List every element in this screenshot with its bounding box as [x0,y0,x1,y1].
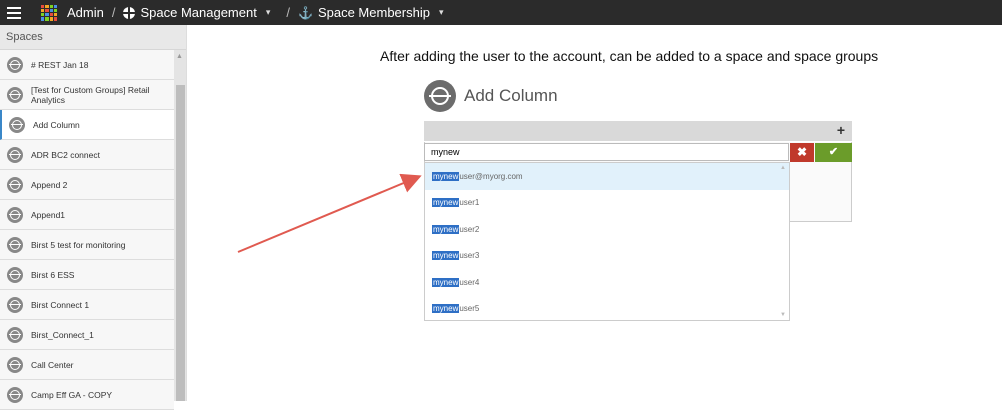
space-item-label: [Test for Custom Groups] Retail Analytic… [31,84,150,105]
globe-icon [7,176,23,193]
spaces-list: # REST Jan 18 [Test for Custom Groups] R… [0,50,174,410]
suggestion-rest: user@myorg.com [459,171,523,181]
globe-icon [7,56,23,73]
space-item-label: Append1 [31,209,66,220]
suggestion-item[interactable]: mynew user1 [425,190,789,217]
scroll-up-icon[interactable]: ▲ [176,53,183,60]
space-item[interactable]: ADR BC2 connect [0,140,174,170]
suggestion-match: mynew [432,251,460,261]
instruction-text: After adding the user to the account, ca… [380,48,879,64]
suggestion-item[interactable]: mynew user4 [425,269,789,296]
chevron-down-icon: ▾ [438,7,444,17]
globe-icon [123,6,136,19]
suggestion-match: mynew [432,198,460,208]
space-item-active[interactable]: Add Column [0,110,174,140]
suggestion-match: mynew [432,224,460,234]
breadcrumb-space-management[interactable]: Space Management ▾ [123,5,270,20]
suggestion-rest: user4 [459,277,480,287]
spaces-sidebar: Spaces # REST Jan 18 [Test for Custom Gr… [0,25,187,410]
suggestion-match: mynew [432,304,460,314]
space-item-label: Add Column [33,119,80,130]
user-suggestions-dropdown: mynew user@myorg.com mynew user1 mynew user… [424,162,790,321]
user-search-input[interactable] [424,143,789,161]
suggestion-rest: user5 [459,304,480,314]
globe-icon [7,146,23,163]
admin-label: Admin [67,5,104,20]
globe-icon [7,386,23,403]
space-item[interactable]: Birst_Connect_1 [0,320,174,350]
globe-icon [7,356,23,373]
space-item-label: ADR BC2 connect [31,149,100,160]
sidebar-header: Spaces [0,25,186,50]
top-bar: Admin / Space Management ▾ / ⚓ Space Mem… [0,0,1002,25]
page-title: Add Column [464,86,558,105]
globe-icon [7,236,23,253]
globe-icon [9,116,25,133]
add-button[interactable]: + [837,122,845,138]
membership-icon: ⚓ [298,5,313,20]
space-globe-icon [424,80,456,112]
space-item-label: Append 2 [31,179,68,190]
space-item-label: Birst 5 test for monitoring [31,239,126,250]
space-item-label: Birst_Connect_1 [31,329,94,340]
scroll-down-icon[interactable]: ▼ [780,312,786,318]
space-item[interactable]: Append 2 [0,170,174,200]
globe-icon [7,206,23,223]
suggestion-item[interactable]: mynew user@myorg.com [425,163,789,190]
chevron-down-icon: ▾ [265,7,271,17]
breadcrumb-admin[interactable]: Admin [67,5,104,20]
cancel-button[interactable]: ✖ [790,143,814,162]
suggestion-rest: user3 [459,251,480,261]
scroll-up-icon[interactable]: ▲ [780,165,786,171]
breadcrumb-separator: / [111,5,116,20]
space-item-label: Call Center [31,359,74,370]
globe-icon [7,296,23,313]
suggestion-item[interactable]: mynew user5 [425,296,789,323]
suggestion-item[interactable]: mynew user3 [425,243,789,270]
space-item[interactable]: Camp Eff GA - COPY [0,380,174,410]
membership-panel-header: + [424,121,852,141]
suggestion-match: mynew [432,171,460,181]
space-item-label: Birst 6 ESS [31,269,75,280]
space-item-label: Camp Eff GA - COPY [31,389,113,400]
menu-icon[interactable] [7,6,21,19]
space-item-label: Birst Connect 1 [31,299,90,310]
brand-logo-icon [41,4,57,21]
space-item[interactable]: Append1 [0,200,174,230]
space-item[interactable]: [Test for Custom Groups] Retail Analytic… [0,80,174,110]
sidebar-scroll-thumb[interactable] [176,85,185,401]
breadcrumb-separator: / [286,5,290,20]
suggestion-rest: user1 [459,198,480,208]
globe-icon [7,266,23,283]
space-item[interactable]: Birst 6 ESS [0,260,174,290]
space-item[interactable]: Birst 5 test for monitoring [0,230,174,260]
space-membership-label: Space Membership [317,5,430,20]
space-item-label: # REST Jan 18 [31,59,89,70]
suggestion-rest: user2 [459,224,480,234]
globe-icon [7,86,23,103]
space-item[interactable]: Call Center [0,350,174,380]
globe-icon [7,326,23,343]
confirm-button[interactable]: ✔ [815,143,852,162]
suggestion-item[interactable]: mynew user2 [425,216,789,243]
space-management-label: Space Management [140,5,257,20]
suggestion-match: mynew [432,277,460,287]
space-item[interactable]: # REST Jan 18 [0,50,174,80]
space-item[interactable]: Birst Connect 1 [0,290,174,320]
breadcrumb-space-membership[interactable]: ⚓ Space Membership ▾ [298,5,443,20]
